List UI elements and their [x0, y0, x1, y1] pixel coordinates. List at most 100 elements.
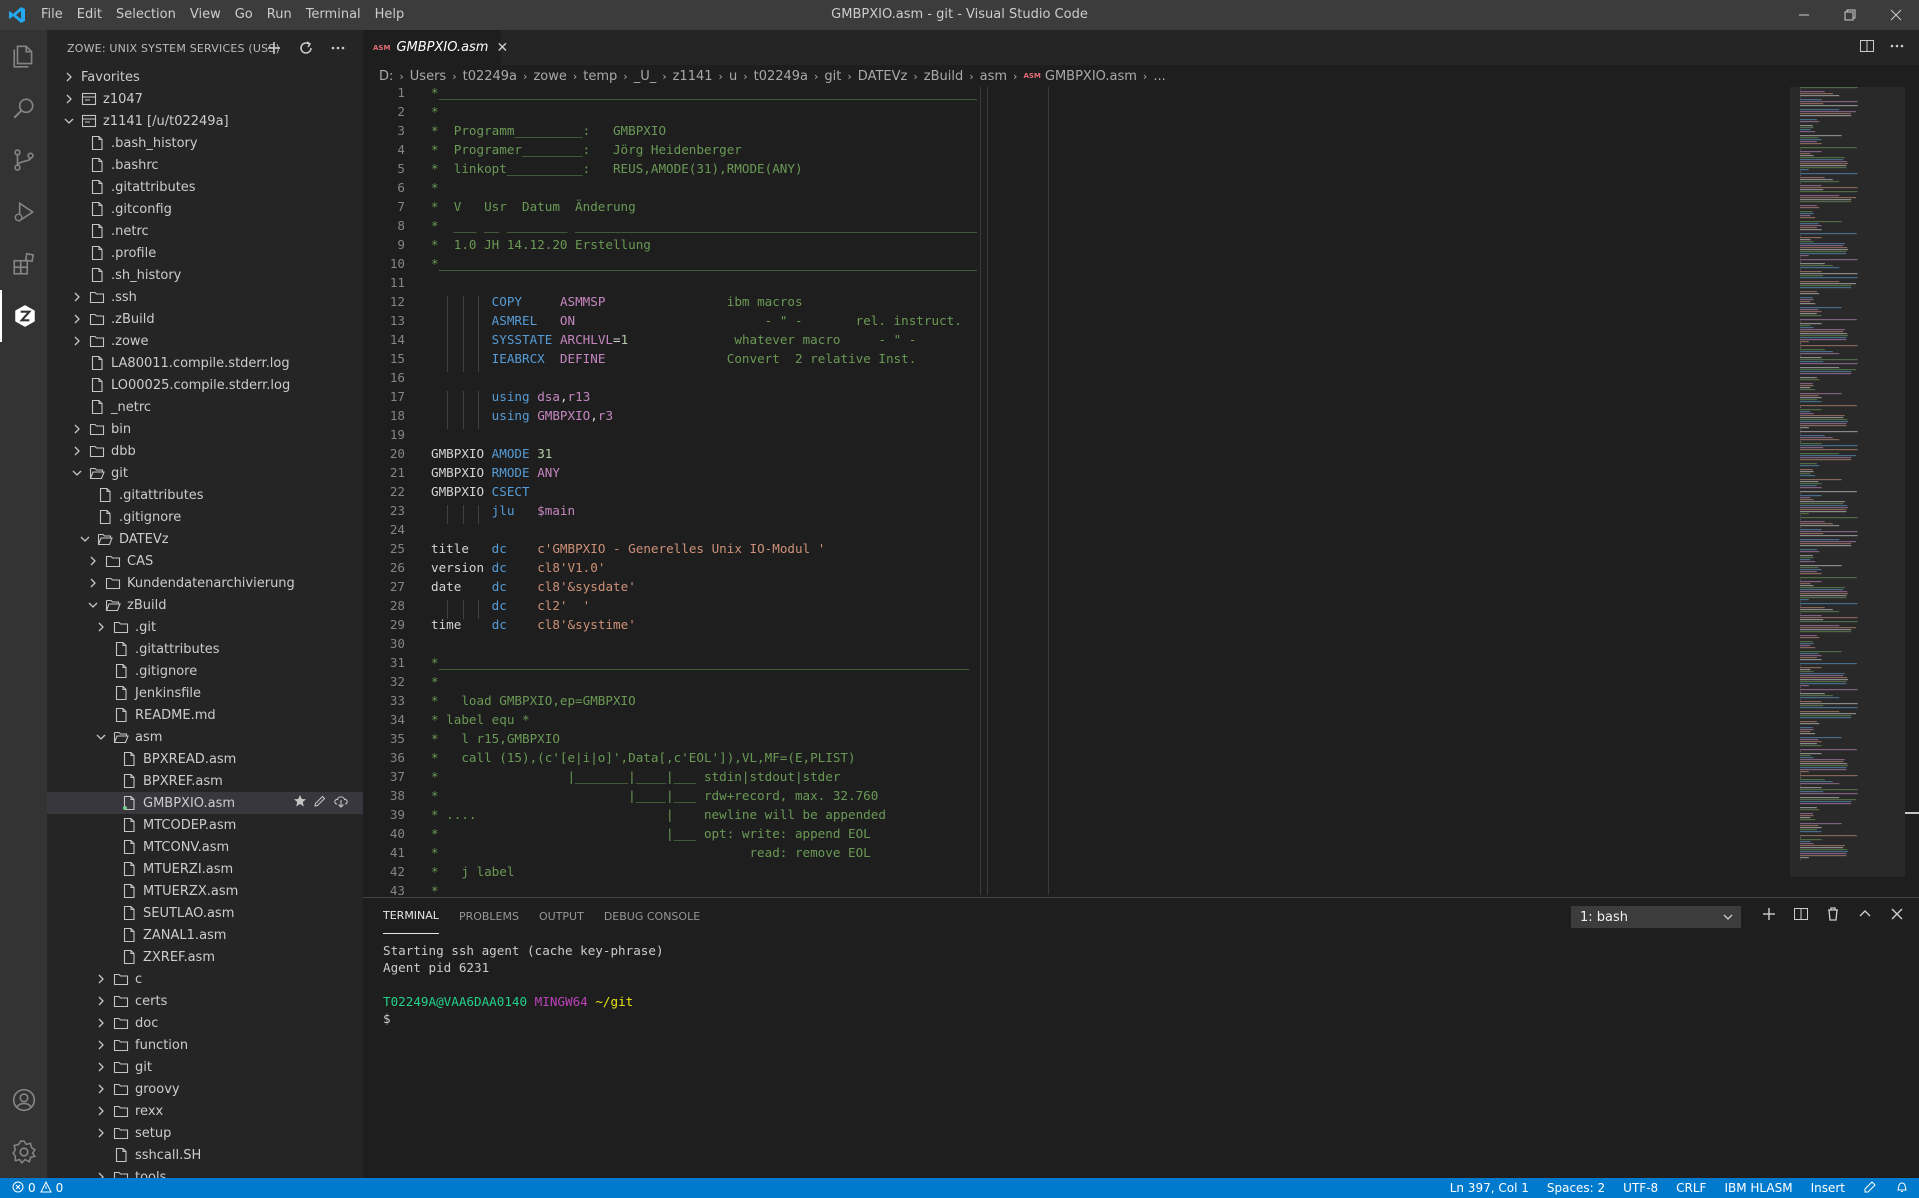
panel-tab-terminal[interactable]: TERMINAL: [383, 898, 439, 934]
run-debug-icon[interactable]: [0, 186, 47, 238]
tree-item[interactable]: git: [47, 1056, 363, 1078]
refresh-icon[interactable]: [295, 37, 317, 59]
chevron-down-icon[interactable]: [85, 597, 101, 613]
code-line[interactable]: 21 GMBPXIO RMODE ANY: [363, 463, 1783, 482]
tree-item[interactable]: certs: [47, 990, 363, 1012]
terminal-output[interactable]: Starting ssh agent (cache key-phrase) Ag…: [383, 942, 664, 1027]
split-editor-icon[interactable]: [1859, 38, 1875, 58]
tree-item[interactable]: rexx: [47, 1100, 363, 1122]
breadcrumb-item[interactable]: D:: [379, 69, 393, 84]
tree-item[interactable]: z1141 [/u/t02249a]: [47, 110, 363, 132]
code-line[interactable]: 17 using dsa,r13: [363, 387, 1783, 406]
panel-tab-debug-console[interactable]: DEBUG CONSOLE: [604, 898, 700, 934]
chevron-right-icon[interactable]: [69, 333, 85, 349]
menu-edit[interactable]: Edit: [70, 0, 109, 30]
extensions-icon[interactable]: [0, 238, 47, 290]
chevron-right-icon[interactable]: [93, 971, 109, 987]
chevron-right-icon[interactable]: [61, 69, 77, 85]
close-tab-icon[interactable]: ✕: [496, 40, 508, 56]
close-panel-icon[interactable]: [1889, 906, 1905, 926]
code-line[interactable]: 3 * Programm_________: GMBPXIO: [363, 121, 1783, 140]
favorite-star-icon[interactable]: [293, 794, 307, 812]
tree-item[interactable]: MTCONV.asm: [47, 836, 363, 858]
download-cloud-icon[interactable]: [333, 794, 349, 812]
split-terminal-icon[interactable]: [1793, 906, 1809, 926]
menu-selection[interactable]: Selection: [109, 0, 183, 30]
breadcrumb-item[interactable]: zowe: [533, 69, 566, 84]
tree-item[interactable]: Jenkinsfile: [47, 682, 363, 704]
code-line[interactable]: 16: [363, 368, 1783, 387]
code-line[interactable]: 36 * call (15),(c'[e|i|o]',Data[,c'EOL'])…: [363, 748, 1783, 767]
chevron-right-icon[interactable]: [61, 91, 77, 107]
tree-item[interactable]: .profile: [47, 242, 363, 264]
tree-item[interactable]: groovy: [47, 1078, 363, 1100]
code-line[interactable]: 11: [363, 273, 1783, 292]
panel-tab-problems[interactable]: PROBLEMS: [459, 898, 519, 934]
code-line[interactable]: 9 * 1.0 JH 14.12.20 Erstellung: [363, 235, 1783, 254]
code-line[interactable]: 32 *: [363, 672, 1783, 691]
explorer-icon[interactable]: [0, 30, 47, 82]
tree-item[interactable]: BPXREF.asm: [47, 770, 363, 792]
code-line[interactable]: 2 *: [363, 102, 1783, 121]
breadcrumb-item[interactable]: Users: [410, 69, 446, 84]
chevron-right-icon[interactable]: [93, 1059, 109, 1075]
breadcrumb-item[interactable]: _U_: [634, 69, 657, 84]
tree-item[interactable]: CAS: [47, 550, 363, 572]
breadcrumb-item[interactable]: DATEVz: [858, 69, 908, 84]
tree-item[interactable]: GMBPXIO.asm: [47, 792, 363, 814]
terminal-input-line[interactable]: $: [383, 1010, 664, 1027]
chevron-down-icon[interactable]: [93, 729, 109, 745]
chevron-down-icon[interactable]: [77, 531, 93, 547]
tree-item[interactable]: .ssh: [47, 286, 363, 308]
tree-item[interactable]: ZXREF.asm: [47, 946, 363, 968]
code-line[interactable]: 18 using GMBPXIO,r3: [363, 406, 1783, 425]
code-line[interactable]: 28 dc cl2' ': [363, 596, 1783, 615]
code-line[interactable]: 24: [363, 520, 1783, 539]
tree-item[interactable]: .gitignore: [47, 506, 363, 528]
chevron-right-icon[interactable]: [85, 575, 101, 591]
tree-item[interactable]: c: [47, 968, 363, 990]
tree-item[interactable]: .gitconfig: [47, 198, 363, 220]
notifications-bell-icon[interactable]: [1895, 1180, 1909, 1197]
code-line[interactable]: 42 * j label: [363, 862, 1783, 881]
settings-gear-icon[interactable]: [0, 1126, 47, 1178]
tree-item[interactable]: BPXREAD.asm: [47, 748, 363, 770]
tree-item[interactable]: ZANAL1.asm: [47, 924, 363, 946]
breadcrumb-item[interactable]: t02249a: [463, 69, 517, 84]
breadcrumb-item[interactable]: zBuild: [924, 69, 963, 84]
search-icon[interactable]: [0, 82, 47, 134]
code-line[interactable]: 41 * read: remove EOL: [363, 843, 1783, 862]
code-line[interactable]: 37 * |_______|____|___ stdin|stdout|stder: [363, 767, 1783, 786]
code-line[interactable]: 29 time dc cl8'&systime': [363, 615, 1783, 634]
terminal-select[interactable]: 1: bash: [1571, 906, 1741, 928]
code-line[interactable]: 26 version dc cl8'V1.0': [363, 558, 1783, 577]
panel-tab-output[interactable]: OUTPUT: [539, 898, 584, 934]
code-line[interactable]: 25 title dc c'GMBPXIO - Generelles Unix I…: [363, 539, 1783, 558]
more-actions-icon[interactable]: [327, 37, 349, 59]
chevron-right-icon[interactable]: [93, 1103, 109, 1119]
indentation[interactable]: Spaces: 2: [1547, 1181, 1605, 1195]
minimap-slider[interactable]: [1790, 87, 1905, 877]
tree-item[interactable]: MTCODEP.asm: [47, 814, 363, 836]
tree-item[interactable]: SEUTLAO.asm: [47, 902, 363, 924]
tree-item[interactable]: .zowe: [47, 330, 363, 352]
zowe-icon[interactable]: [0, 290, 47, 342]
chevron-right-icon[interactable]: [69, 289, 85, 305]
edit-pencil-icon[interactable]: [313, 794, 327, 812]
breadcrumb-item[interactable]: asm: [980, 69, 1007, 84]
code-line[interactable]: 27 date dc cl8'&sysdate': [363, 577, 1783, 596]
menu-view[interactable]: View: [183, 0, 228, 30]
maximize-panel-icon[interactable]: [1857, 906, 1873, 926]
tree-item[interactable]: LO00025.compile.stderr.log: [47, 374, 363, 396]
tree-item[interactable]: .bashrc: [47, 154, 363, 176]
add-profile-icon[interactable]: [263, 37, 285, 59]
problems-status[interactable]: 0 0: [12, 1178, 63, 1198]
menu-run[interactable]: Run: [260, 0, 299, 30]
code-line[interactable]: 12 COPY ASMMSP ibm macros: [363, 292, 1783, 311]
chevron-down-icon[interactable]: [69, 465, 85, 481]
menu-go[interactable]: Go: [228, 0, 260, 30]
menu-help[interactable]: Help: [368, 0, 412, 30]
chevron-down-icon[interactable]: [61, 113, 77, 129]
breadcrumb-item[interactable]: GMBPXIO.asm: [1045, 69, 1137, 84]
code-line[interactable]: 39 * .... | newline will be appended: [363, 805, 1783, 824]
